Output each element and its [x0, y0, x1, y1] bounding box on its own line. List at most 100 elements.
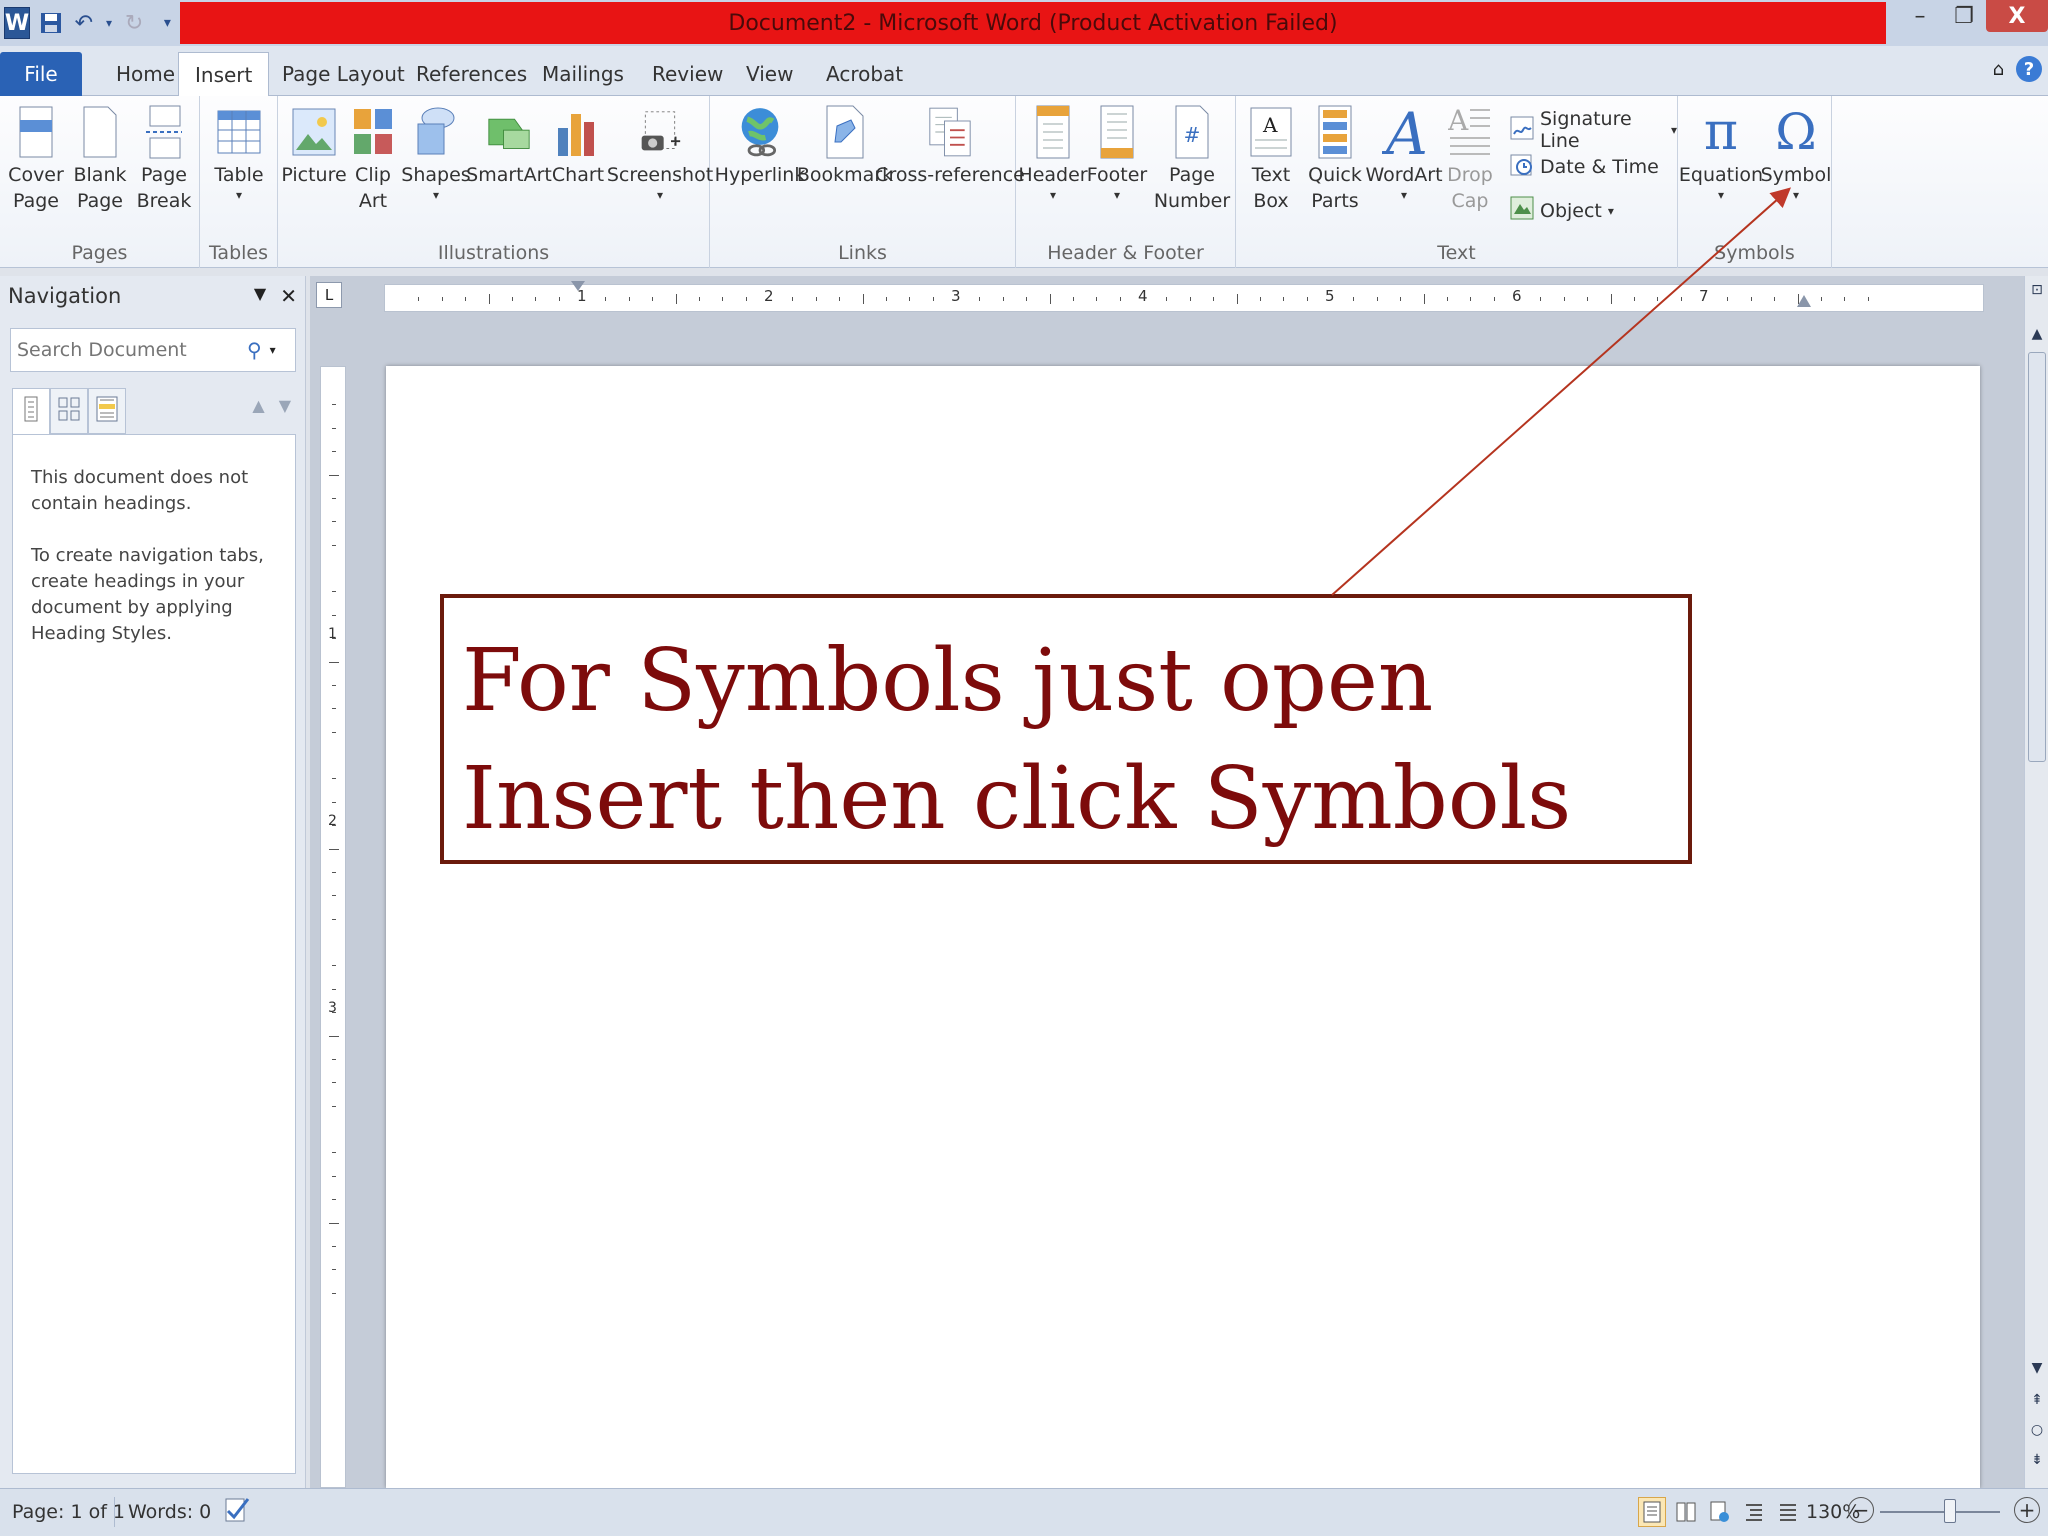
- browse-object-icon[interactable]: ○: [2025, 1422, 2048, 1438]
- ruler-tick: [815, 297, 817, 301]
- draft-view-icon[interactable]: [1774, 1497, 1802, 1527]
- clip-art-button[interactable]: Clip Art: [348, 102, 398, 214]
- horizontal-ruler[interactable]: 1234567: [384, 281, 1984, 312]
- zoom-slider[interactable]: [1880, 1511, 2000, 1513]
- tab-acrobat[interactable]: Acrobat: [810, 52, 919, 96]
- callout-line-2: Insert then click Symbols: [462, 749, 1572, 849]
- vertical-ruler[interactable]: 1 2 3: [320, 366, 346, 1488]
- ribbon: Cover Page Blank Page Page Break Pages T…: [0, 96, 2048, 268]
- table-button[interactable]: Table ▾: [210, 102, 268, 202]
- window-controls: – ❐ X: [1898, 0, 2048, 40]
- page-number-button[interactable]: # Page Number: [1150, 102, 1234, 214]
- zoom-out-icon[interactable]: −: [1848, 1497, 1874, 1523]
- symbol-button[interactable]: Ω Symbol ▾: [1761, 102, 1832, 202]
- scroll-up-icon[interactable]: ▲: [2025, 326, 2048, 342]
- outline-view-icon[interactable]: [1740, 1497, 1768, 1527]
- search-icon[interactable]: ⚲: [247, 338, 262, 362]
- ruler-tick: [1867, 297, 1869, 301]
- restore-button[interactable]: ❐: [1942, 0, 1986, 32]
- object-button[interactable]: Object ▾: [1510, 196, 1614, 225]
- tab-insert[interactable]: Insert: [178, 52, 270, 96]
- ruler-tick: [332, 871, 336, 873]
- zoom-slider-thumb[interactable]: [1944, 1499, 1956, 1523]
- group-links: Hyperlink Bookmark Cross-reference Links: [710, 96, 1025, 268]
- blank-page-button[interactable]: Blank Page: [70, 102, 130, 214]
- pages-tab[interactable]: [50, 388, 88, 434]
- word-logo-icon[interactable]: W: [4, 7, 30, 39]
- previous-page-icon[interactable]: ⇞: [2025, 1392, 2048, 1408]
- save-icon[interactable]: [38, 8, 63, 38]
- next-page-icon[interactable]: ⇟: [2025, 1452, 2048, 1468]
- tab-references[interactable]: References: [400, 52, 543, 96]
- minimize-button[interactable]: –: [1898, 0, 1942, 32]
- help-icon[interactable]: ?: [2016, 56, 2042, 82]
- ruler-tick: [332, 1105, 336, 1107]
- chart-button[interactable]: Chart: [550, 102, 606, 188]
- headings-tab[interactable]: [12, 388, 50, 434]
- view-ruler-icon[interactable]: ⊡: [2025, 282, 2048, 298]
- next-heading-icon[interactable]: ▼: [279, 396, 291, 415]
- signature-line-icon: [1510, 116, 1534, 145]
- wordart-button[interactable]: A WordArt ▾: [1365, 102, 1442, 202]
- instruction-callout-box[interactable]: For Symbols just open Insert then click …: [440, 594, 1692, 864]
- dropdown-arrow-icon: ▾: [1607, 203, 1614, 218]
- picture-button[interactable]: Picture: [281, 102, 347, 188]
- page-count[interactable]: Page: 1 of 1: [12, 1501, 125, 1523]
- undo-icon[interactable]: ↶: [71, 8, 96, 38]
- right-indent-marker[interactable]: [1797, 295, 1811, 307]
- tab-selector-button[interactable]: L: [316, 282, 342, 308]
- web-layout-icon[interactable]: [1706, 1497, 1734, 1527]
- tab-mailings[interactable]: Mailings: [526, 52, 640, 96]
- screenshot-button[interactable]: Screenshot ▾: [607, 102, 713, 202]
- document-page[interactable]: For Symbols just open Insert then click …: [386, 366, 1980, 1488]
- smartart-button[interactable]: SmartArt: [466, 102, 552, 188]
- scroll-down-icon[interactable]: ▼: [2025, 1360, 2048, 1376]
- group-label-links: Links: [838, 242, 887, 264]
- redo-icon[interactable]: ↻: [122, 8, 147, 38]
- chart-icon: [556, 102, 600, 162]
- print-layout-icon[interactable]: [1638, 1497, 1666, 1527]
- scroll-thumb[interactable]: [2028, 352, 2046, 762]
- page-break-button[interactable]: Page Break: [134, 102, 194, 214]
- equation-button[interactable]: π Equation ▾: [1679, 102, 1763, 202]
- quick-parts-button[interactable]: Quick Parts: [1302, 102, 1368, 214]
- hyperlink-button[interactable]: Hyperlink: [715, 102, 805, 188]
- dropdown-arrow-icon: ▾: [1400, 188, 1408, 202]
- proofing-check-icon[interactable]: [222, 1495, 250, 1530]
- tab-view[interactable]: View: [730, 52, 809, 96]
- zoom-in-icon[interactable]: +: [2014, 1497, 2040, 1523]
- cross-reference-button[interactable]: Cross-reference: [875, 102, 1025, 188]
- date-time-button[interactable]: Date & Time: [1510, 152, 1659, 181]
- tab-page-layout[interactable]: Page Layout: [266, 52, 421, 96]
- vertical-scrollbar[interactable]: ⊡ ▲ ▼ ⇞ ○ ⇟: [2024, 276, 2048, 1488]
- results-tab[interactable]: [88, 388, 126, 434]
- group-label-tables: Tables: [208, 242, 269, 264]
- full-screen-reading-icon[interactable]: [1672, 1497, 1700, 1527]
- undo-dropdown-icon[interactable]: ▾: [105, 8, 114, 38]
- tab-review[interactable]: Review: [636, 52, 739, 96]
- quick-access-toolbar: W ↶ ▾ ↻ ▾: [0, 0, 180, 46]
- drop-cap-button[interactable]: A Drop Cap: [1440, 102, 1500, 214]
- close-button[interactable]: X: [1986, 0, 2048, 32]
- cover-page-button[interactable]: Cover Page: [6, 102, 66, 214]
- word-count[interactable]: Words: 0: [128, 1501, 211, 1523]
- ruler-tick: [1844, 297, 1846, 301]
- bookmark-button[interactable]: Bookmark: [797, 102, 893, 188]
- customize-toolbar-icon[interactable]: ▾: [155, 8, 180, 38]
- pane-options-icon[interactable]: ▼: [254, 284, 266, 308]
- signature-line-button[interactable]: Signature Line ▾: [1510, 108, 1677, 152]
- ruler-number: 2: [764, 287, 774, 305]
- minimize-ribbon-icon[interactable]: ⌂: [1993, 59, 2004, 80]
- close-pane-icon[interactable]: ✕: [280, 284, 297, 308]
- search-input[interactable]: [17, 339, 237, 361]
- tab-right-controls: ⌂ ?: [1993, 56, 2042, 82]
- search-dropdown-icon[interactable]: ▾: [270, 343, 276, 357]
- shapes-button[interactable]: Shapes ▾: [401, 102, 471, 202]
- left-indent-marker[interactable]: [571, 281, 585, 291]
- footer-button[interactable]: Footer ▾: [1084, 102, 1150, 202]
- ruler-tick: [465, 297, 467, 301]
- text-box-button[interactable]: A Text Box: [1240, 102, 1302, 214]
- tab-file[interactable]: File: [0, 52, 82, 96]
- previous-heading-icon[interactable]: ▲: [252, 396, 264, 415]
- header-button[interactable]: Header ▾: [1018, 102, 1088, 202]
